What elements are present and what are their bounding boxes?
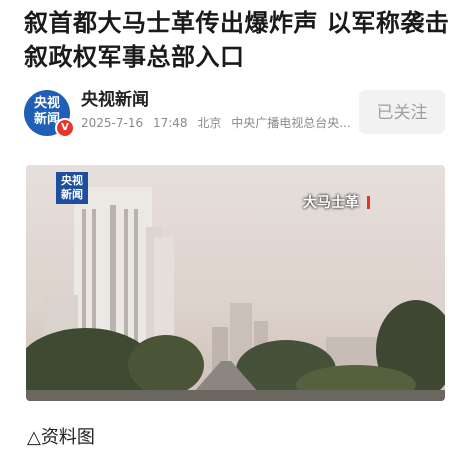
- city-photo: [26, 165, 445, 401]
- cctv-news-logo: 央视新闻: [56, 172, 88, 204]
- author-meta: 2025-7-16 17:48 北京 中央广播电视总台央...: [81, 114, 377, 132]
- publish-location: 北京: [197, 116, 222, 130]
- publish-source: 中央广播电视总台央...: [231, 116, 351, 130]
- publish-date: 2025-7-16: [81, 116, 144, 130]
- place-label: 大马士革: [303, 195, 359, 211]
- article-headline: 叙首都大马士革传出爆炸声 以军称袭击叙政权军事总部入口: [24, 9, 450, 71]
- author-row: 央视新闻 V 央视新闻 2025-7-16 17:48 北京 中央广播电视总台央…: [24, 88, 445, 138]
- article-image[interactable]: 央视新闻 大马士革: [26, 165, 445, 401]
- place-label-bar: [367, 196, 370, 209]
- verified-badge-icon: V: [55, 118, 75, 138]
- author-name[interactable]: 央视新闻: [81, 89, 149, 111]
- follow-button[interactable]: 已关注: [359, 90, 445, 134]
- image-caption: △资料图: [27, 427, 95, 448]
- publish-time: 17:48: [152, 116, 188, 130]
